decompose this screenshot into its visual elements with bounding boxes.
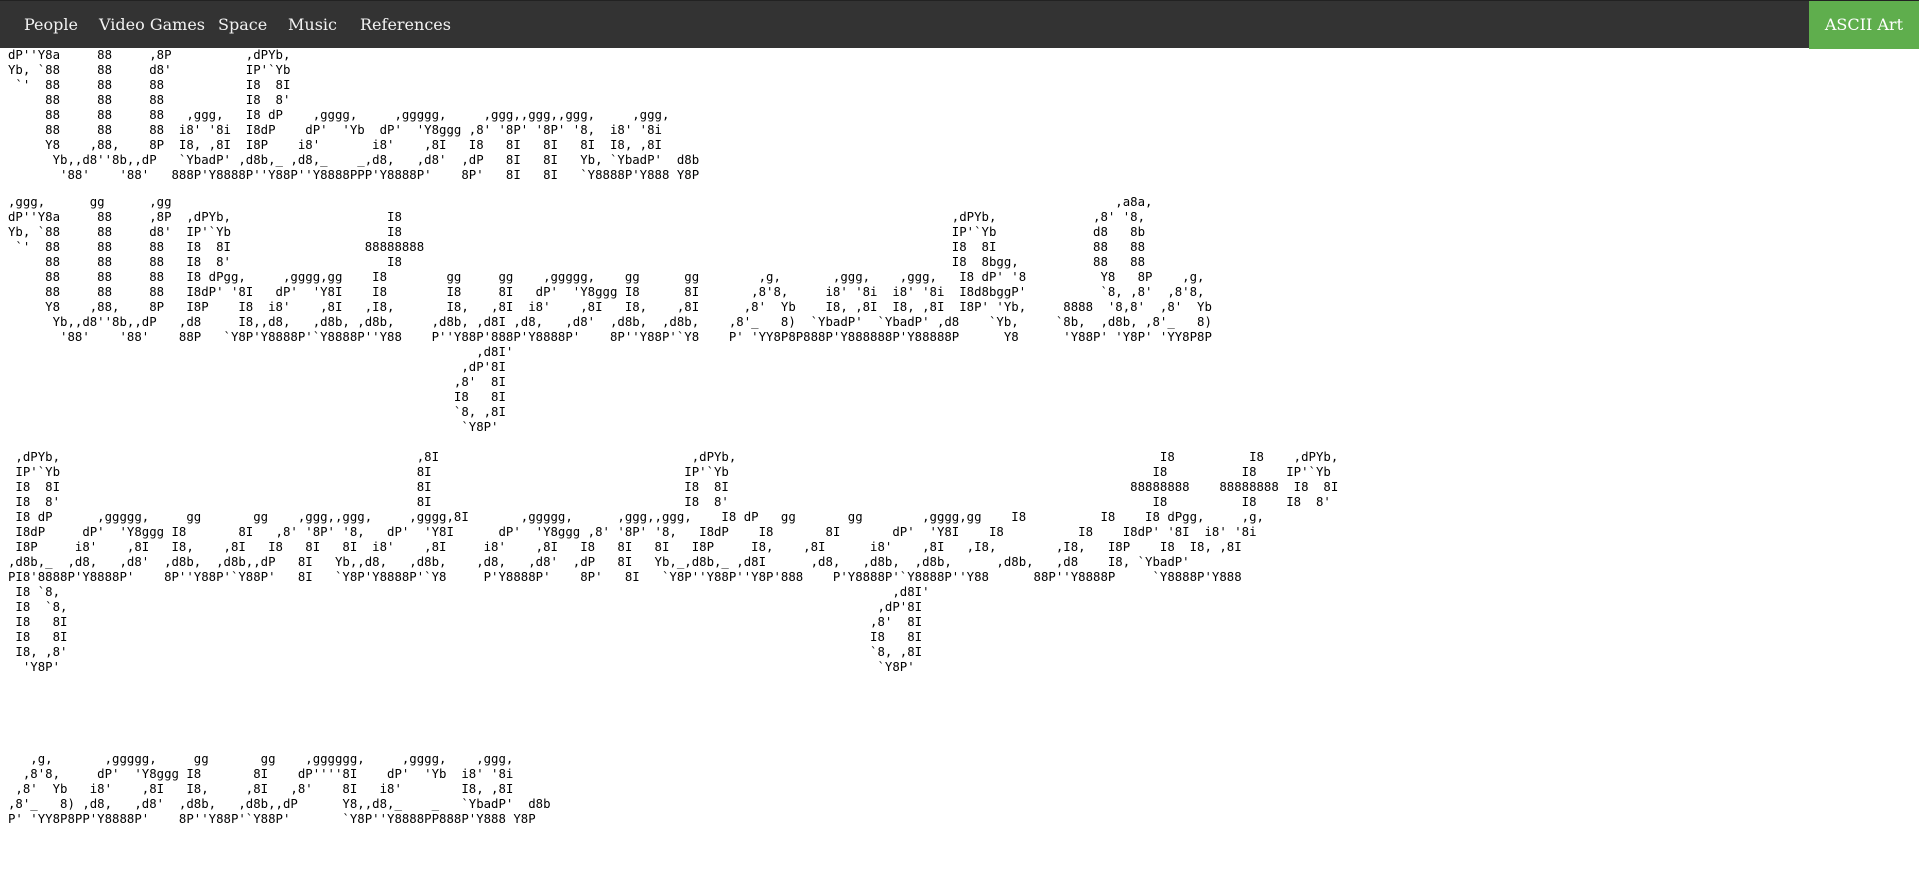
nav-link-ascii-art-active[interactable]: ASCII Art [1808,1,1919,49]
nav-link-space[interactable]: Space [218,1,267,49]
nav-link-music[interactable]: Music [288,1,337,49]
ascii-art-block-2: ,ggg, gg ,gg ,a8a, dP''Y8a 88 ,8P ,dPYb, [8,195,1212,434]
top-navbar: People Video Games Space Music Reference… [0,0,1919,49]
ascii-art-block-3: ,dPYb, ,8I ,dPYb, I8 I8 ,dPYb, IP'`Yb 8I… [8,450,1339,674]
nav-link-people[interactable]: People [24,1,78,49]
ascii-art-block-1: dP''Y8a 88 ,8P ,dPYb, Yb, `88 88 d8' IP'… [8,48,700,182]
nav-link-video-games[interactable]: Video Games [99,1,205,49]
ascii-art-block-4: ,g, ,ggggg, gg gg ,gggggg, ,gggg, ,ggg, … [8,752,551,826]
nav-link-references[interactable]: References [360,1,451,49]
